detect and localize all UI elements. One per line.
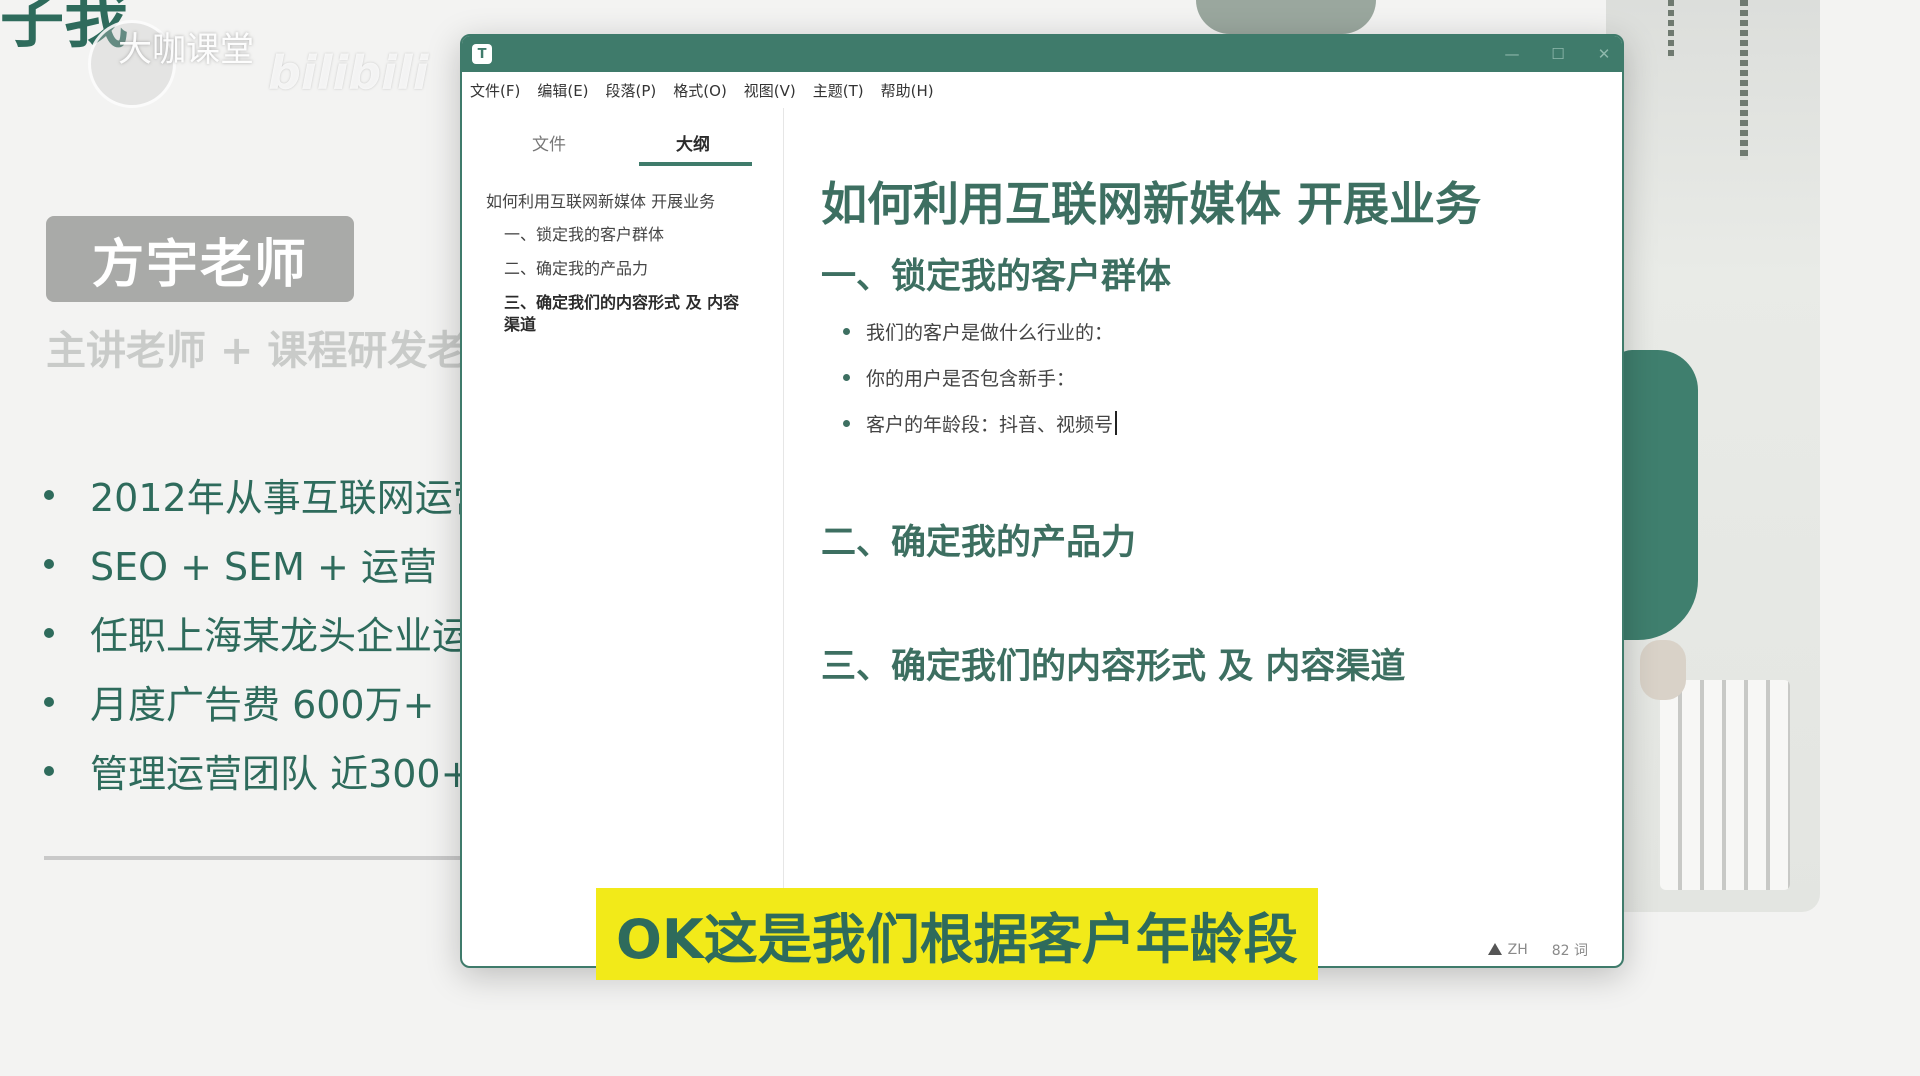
bullet-icon (843, 373, 850, 381)
outline-list: 如何利用互联网新媒体 开展业务 一、锁定我的客户群体 二、确定我的产品力 三、确… (462, 172, 783, 336)
bio-item: SEO + SEM + 运营 (44, 529, 491, 598)
title-bar[interactable]: T — ☐ ✕ (462, 36, 1622, 72)
menu-edit[interactable]: 编辑(E) (537, 80, 588, 101)
section-bullet-list: 我们的客户是做什么行业的： 你的用户是否包含新手： 客户的年龄段：抖音、视频号 (843, 308, 1118, 446)
teacher-figure (1612, 350, 1698, 640)
tab-files[interactable]: 文件 (492, 130, 606, 155)
word-count[interactable]: 82 词 (1552, 940, 1588, 960)
outline-item[interactable]: 一、锁定我的客户群体 (504, 224, 783, 246)
warning-icon (1487, 943, 1502, 955)
bilibili-watermark: bilibili (268, 46, 429, 100)
editor-pane[interactable]: 如何利用互联网新媒体 开展业务 一、锁定我的客户群体 我们的客户是做什么行业的：… (821, 108, 1622, 966)
close-icon[interactable]: ✕ (1596, 45, 1612, 63)
slide-divider (44, 856, 464, 860)
menu-format[interactable]: 格式(O) (673, 80, 727, 101)
document-title[interactable]: 如何利用互联网新媒体 开展业务 (821, 168, 1481, 234)
bullet-icon (44, 627, 54, 638)
teacher-role: 主讲老师 + 课程研发老 (46, 328, 468, 374)
sidebar-tabs: 文件 大纲 (462, 108, 783, 172)
section-heading[interactable]: 二、确定我的产品力 (821, 514, 1136, 565)
sidebar: 文件 大纲 如何利用互联网新媒体 开展业务 一、锁定我的客户群体 二、确定我的产… (462, 108, 784, 966)
bullet-icon (843, 419, 850, 427)
decor-cord (1668, 0, 1674, 60)
watermark-text: 大咖课堂 (118, 30, 254, 70)
list-item[interactable]: 你的用户是否包含新手： (843, 354, 1117, 400)
menu-file[interactable]: 文件(F) (470, 80, 520, 101)
chair-rail (1660, 680, 1790, 890)
bio-item: 管理运营团队 近300+ (44, 736, 491, 805)
list-item[interactable]: 我们的客户是做什么行业的： (843, 308, 1117, 354)
outline-item-active[interactable]: 三、确定我们的内容形式 及 内容渠道 (504, 292, 744, 336)
status-bar: ZH 82 词 (1487, 940, 1588, 960)
bio-item: 月度广告费 600万+ (44, 667, 491, 736)
teacher-bio-list: 2012年从事互联网运营 SEO + SEM + 运营 任职上海某龙头企业运 月… (44, 460, 491, 805)
teacher-name-badge: 方宇老师 (46, 216, 354, 302)
video-subtitle: OK这是我们根据客户年龄段 (596, 888, 1318, 980)
outline-item[interactable]: 二、确定我的产品力 (504, 258, 783, 280)
teacher-hand (1640, 640, 1686, 700)
list-item[interactable]: 客户的年龄段：抖音、视频号 (843, 400, 1118, 446)
window-body: 文件 大纲 如何利用互联网新媒体 开展业务 一、锁定我的客户群体 二、确定我的产… (462, 108, 1622, 966)
bullet-icon (44, 489, 54, 500)
bullet-icon (843, 327, 850, 335)
bio-item: 2012年从事互联网运营 (44, 460, 491, 529)
bullet-icon (44, 558, 54, 569)
decor-cord (1740, 0, 1748, 160)
maximize-icon[interactable]: ☐ (1550, 45, 1566, 63)
menu-paragraph[interactable]: 段落(P) (606, 80, 657, 101)
menu-bar: 文件(F) 编辑(E) 段落(P) 格式(O) 视图(V) 主题(T) 帮助(H… (462, 72, 1622, 108)
app-logo-icon: T (472, 44, 492, 64)
bullet-icon (44, 696, 54, 707)
minimize-icon[interactable]: — (1504, 45, 1520, 63)
language-indicator[interactable]: ZH (1487, 942, 1528, 958)
plant-decoration (1196, 0, 1376, 34)
bio-item: 任职上海某龙头企业运 (44, 598, 491, 667)
tab-outline[interactable]: 大纲 (636, 130, 750, 155)
text-caret (1115, 411, 1118, 435)
outline-item-title[interactable]: 如何利用互联网新媒体 开展业务 (486, 188, 783, 212)
menu-theme[interactable]: 主题(T) (813, 80, 864, 101)
menu-help[interactable]: 帮助(H) (881, 80, 934, 101)
menu-view[interactable]: 视图(V) (744, 80, 796, 101)
section-heading[interactable]: 一、锁定我的客户群体 (821, 248, 1171, 299)
window-controls: — ☐ ✕ (1504, 45, 1612, 63)
editor-window: T — ☐ ✕ 文件(F) 编辑(E) 段落(P) 格式(O) 视图(V) 主题… (460, 34, 1624, 968)
active-tab-indicator (639, 162, 752, 166)
section-heading[interactable]: 三、确定我们的内容形式 及 内容渠道 (821, 638, 1405, 689)
bullet-icon (44, 765, 54, 776)
